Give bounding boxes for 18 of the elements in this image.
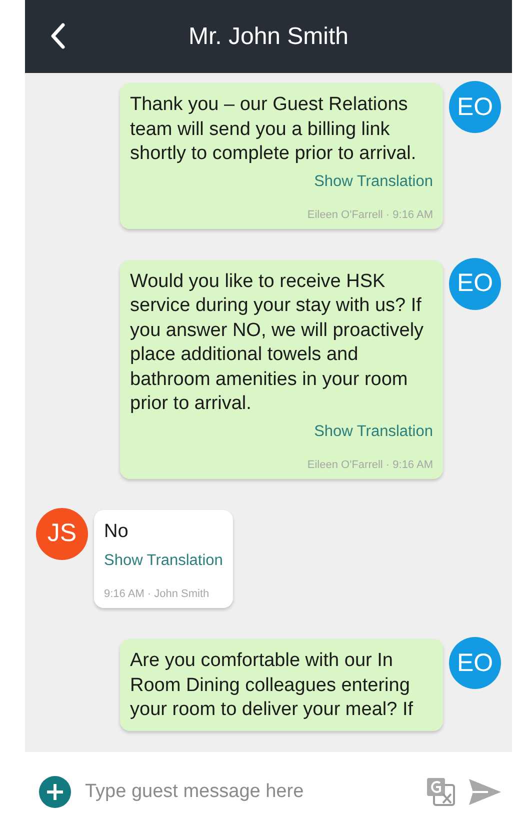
back-button[interactable] bbox=[49, 22, 67, 50]
add-icon[interactable] bbox=[39, 776, 71, 808]
avatar: EO bbox=[449, 81, 501, 133]
message-text: Would you like to receive HSK service during your stay with us? If you answer NO, we will proactively place additional towels and bathroom amenities in your room prior to arrival. bbox=[130, 270, 425, 416]
avatar: EO bbox=[449, 637, 501, 689]
message-meta: Eileen O'Farrell · 9:16 AM bbox=[307, 458, 433, 470]
message-text: Are you comfortable with our In Room Dining colleagues entering your room to deliver your meal? If bbox=[130, 649, 414, 722]
show-translation-link[interactable]: Show Translation bbox=[104, 552, 223, 570]
show-translation-link[interactable]: Show Translation bbox=[314, 422, 433, 440]
chat-title: Mr. John Smith bbox=[188, 22, 349, 50]
message-meta: Eileen O'Farrell · 9:16 AM bbox=[307, 208, 433, 220]
avatar: JS bbox=[36, 508, 88, 560]
show-translation-link[interactable]: Show Translation bbox=[314, 172, 433, 190]
message-meta: 9:16 AM · John Smith bbox=[104, 588, 210, 600]
translate-icon[interactable] bbox=[426, 777, 456, 807]
message-text: Thank you – our Guest Relations team will send you a billing link shortly to complete prior to arrival. bbox=[130, 93, 418, 166]
avatar: EO bbox=[449, 258, 501, 310]
message-text: No bbox=[104, 520, 130, 544]
